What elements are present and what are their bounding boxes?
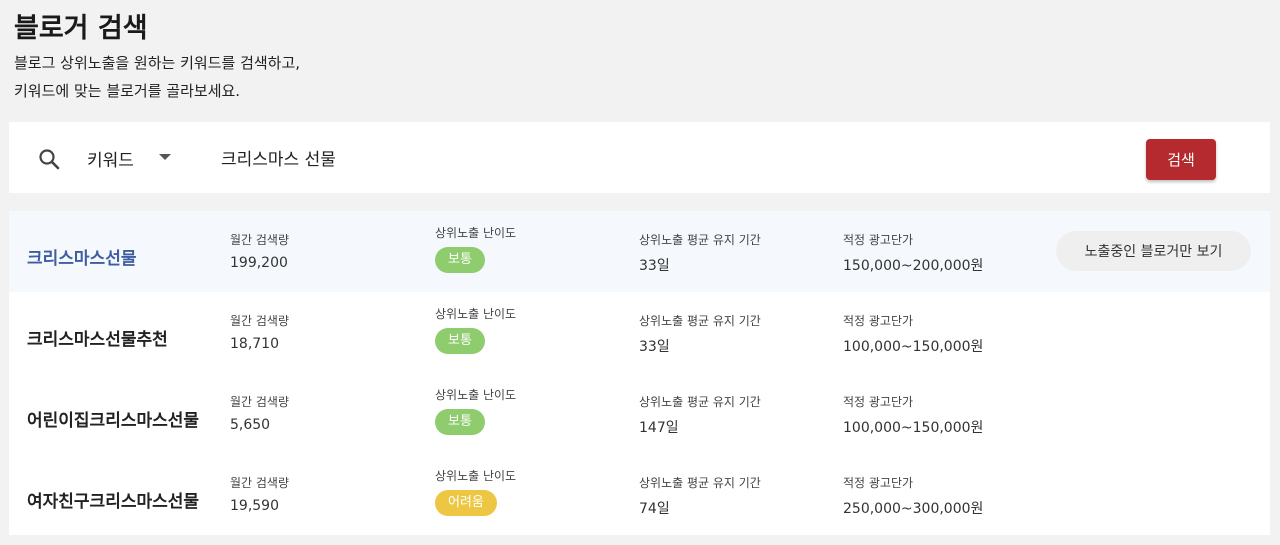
keyword-link[interactable]: 크리스마스선물추천 xyxy=(27,325,168,350)
ad-price-value: 100,000~150,000원 xyxy=(843,339,984,355)
ad-price-cell: 적정 광고단가 250,000~300,000원 xyxy=(843,474,983,518)
result-row: 어린이집크리스마스선물 월간 검색량 5,650 상위노출 난이도 보통 상위노… xyxy=(9,373,1270,454)
duration-value: 33일 xyxy=(639,258,670,274)
duration-cell: 상위노출 평균 유지 기간 147일 xyxy=(639,393,761,437)
difficulty-label: 상위노출 난이도 xyxy=(435,307,517,321)
monthly-search-value: 5,650 xyxy=(230,417,271,433)
duration-cell: 상위노출 평균 유지 기간 33일 xyxy=(639,312,761,356)
search-button[interactable]: 검색 xyxy=(1146,139,1216,180)
result-row: 크리스마스선물 월간 검색량 199,200 상위노출 난이도 보통 상위노출 … xyxy=(9,211,1270,292)
duration-label: 상위노출 평균 유지 기간 xyxy=(639,395,761,409)
keyword-link[interactable]: 여자친구크리스마스선물 xyxy=(27,487,199,512)
difficulty-badge: 어려움 xyxy=(435,490,497,516)
search-type-select[interactable]: 키워드 xyxy=(87,146,134,171)
page-description-line-2: 키워드에 맞는 블로거를 골라보세요. xyxy=(14,82,241,100)
monthly-search-label: 월간 검색량 xyxy=(230,395,290,409)
ad-price-value: 150,000~200,000원 xyxy=(843,258,984,274)
duration-label: 상위노출 평균 유지 기간 xyxy=(639,233,761,247)
difficulty-badge: 보통 xyxy=(435,328,485,354)
search-icon xyxy=(38,148,60,170)
duration-cell: 상위노출 평균 유지 기간 74일 xyxy=(639,474,761,518)
duration-cell: 상위노출 평균 유지 기간 33일 xyxy=(639,231,761,275)
duration-value: 33일 xyxy=(639,339,670,355)
page-title: 블로거 검색 xyxy=(14,13,148,44)
monthly-search-label: 월간 검색량 xyxy=(230,476,290,490)
search-bar: 키워드 검색 xyxy=(9,122,1270,193)
monthly-search-value: 18,710 xyxy=(230,336,279,352)
monthly-search-label: 월간 검색량 xyxy=(230,314,290,328)
results-list: 크리스마스선물 월간 검색량 199,200 상위노출 난이도 보통 상위노출 … xyxy=(9,211,1270,535)
search-input[interactable] xyxy=(221,142,721,172)
monthly-search-value: 19,590 xyxy=(230,498,279,514)
ad-price-cell: 적정 광고단가 100,000~150,000원 xyxy=(843,393,983,437)
ad-price-label: 적정 광고단가 xyxy=(843,233,914,247)
monthly-search-label: 월간 검색량 xyxy=(230,233,290,247)
difficulty-label: 상위노출 난이도 xyxy=(435,226,517,240)
keyword-link[interactable]: 크리스마스선물 xyxy=(27,244,136,269)
monthly-search-cell: 월간 검색량 18,710 xyxy=(230,312,289,352)
ad-price-value: 250,000~300,000원 xyxy=(843,501,984,517)
show-exposed-bloggers-button[interactable]: 노출중인 블로거만 보기 xyxy=(1056,231,1251,271)
difficulty-label: 상위노출 난이도 xyxy=(435,469,517,483)
result-row: 크리스마스선물추천 월간 검색량 18,710 상위노출 난이도 보통 상위노출… xyxy=(9,292,1270,373)
duration-value: 74일 xyxy=(639,501,670,517)
duration-value: 147일 xyxy=(639,420,679,436)
result-row: 여자친구크리스마스선물 월간 검색량 19,590 상위노출 난이도 어려움 상… xyxy=(9,454,1270,535)
ad-price-label: 적정 광고단가 xyxy=(843,314,914,328)
duration-label: 상위노출 평균 유지 기간 xyxy=(639,476,761,490)
difficulty-label: 상위노출 난이도 xyxy=(435,388,517,402)
chevron-down-icon[interactable] xyxy=(159,154,171,160)
duration-label: 상위노출 평균 유지 기간 xyxy=(639,314,761,328)
keyword-link[interactable]: 어린이집크리스마스선물 xyxy=(27,406,199,431)
difficulty-badge: 보통 xyxy=(435,409,485,435)
difficulty-cell: 상위노출 난이도 보통 xyxy=(435,386,516,435)
monthly-search-cell: 월간 검색량 19,590 xyxy=(230,474,289,514)
difficulty-badge: 보통 xyxy=(435,247,485,273)
difficulty-cell: 상위노출 난이도 보통 xyxy=(435,305,516,354)
ad-price-cell: 적정 광고단가 100,000~150,000원 xyxy=(843,312,983,356)
difficulty-cell: 상위노출 난이도 어려움 xyxy=(435,467,516,516)
page-description-line-1: 블로그 상위노출을 원하는 키워드를 검색하고, xyxy=(14,54,301,72)
monthly-search-value: 199,200 xyxy=(230,255,288,271)
difficulty-cell: 상위노출 난이도 보통 xyxy=(435,224,516,273)
ad-price-label: 적정 광고단가 xyxy=(843,395,914,409)
monthly-search-cell: 월간 검색량 5,650 xyxy=(230,393,289,433)
ad-price-cell: 적정 광고단가 150,000~200,000원 xyxy=(843,231,983,275)
monthly-search-cell: 월간 검색량 199,200 xyxy=(230,231,289,271)
ad-price-label: 적정 광고단가 xyxy=(843,476,914,490)
ad-price-value: 100,000~150,000원 xyxy=(843,420,984,436)
